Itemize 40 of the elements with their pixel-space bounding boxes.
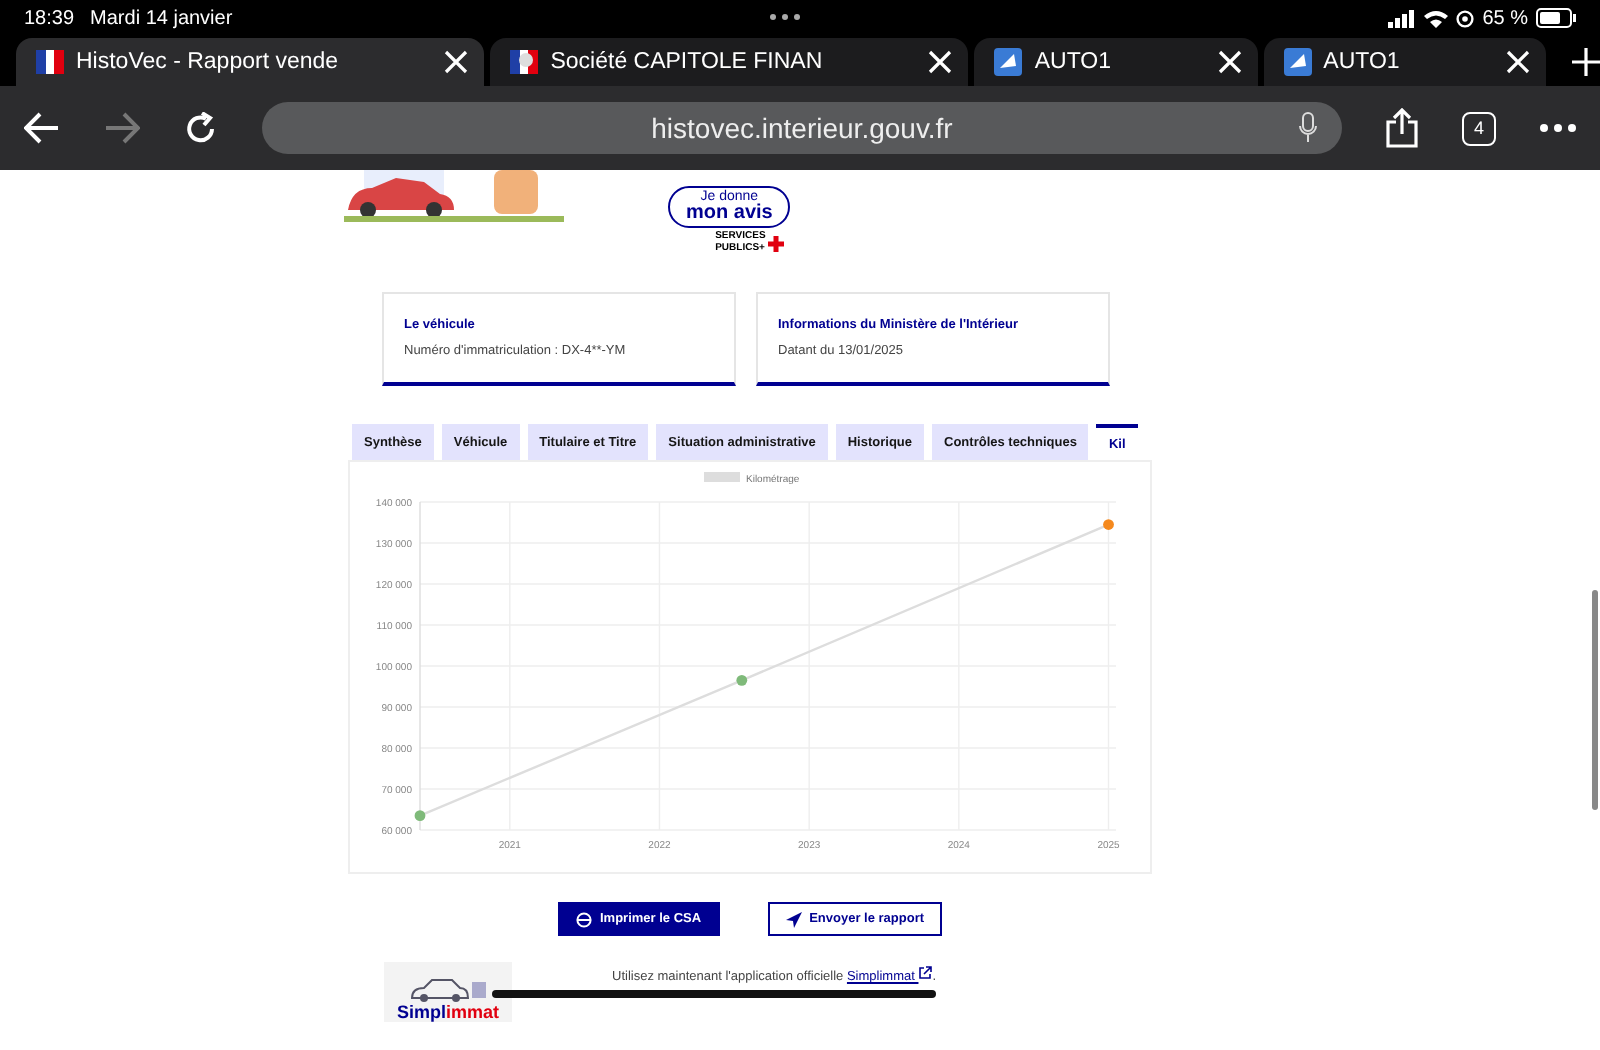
flag-icon [36,50,64,74]
browser-tab[interactable]: Société CAPITOLE FINAN [490,38,969,86]
wifi-icon [1424,9,1449,27]
data-point [736,674,748,686]
arrow-logo-icon [994,48,1023,76]
more-icon[interactable] [1540,124,1576,132]
location-icon [1456,9,1475,27]
data-point [414,810,426,822]
send-icon [785,911,802,927]
close-icon[interactable] [1506,50,1530,74]
status-date: Mardi 14 janvier [90,7,233,29]
signal-icon [1388,9,1417,27]
scrollbar[interactable] [1592,590,1598,810]
close-icon[interactable] [928,50,953,74]
browser-tab[interactable]: HistoVec - Rapport vende [16,38,485,86]
arrow-logo-icon [1283,48,1312,76]
forward-icon[interactable] [104,112,140,144]
close-icon[interactable] [444,50,469,74]
new-tab-icon[interactable] [1572,48,1600,76]
tab-count-button[interactable]: 4 [1462,111,1496,145]
close-icon[interactable] [1217,50,1242,74]
browser-tab[interactable]: AUTO1 [974,38,1258,86]
legend-swatch [704,472,740,482]
car-outline-icon [408,978,488,1002]
profile-logo-icon [510,50,539,74]
multitask-dots-icon[interactable] [770,14,800,20]
reload-icon[interactable] [184,111,218,145]
browser-tab[interactable]: AUTO1 [1263,38,1546,86]
app-logo: Simplimmat [384,962,512,1022]
back-icon[interactable] [24,112,60,144]
share-icon[interactable] [1386,108,1418,148]
print-icon [576,911,592,927]
data-point [1103,519,1114,530]
plus-logo-icon [767,235,784,251]
status-time: 18:39 [24,7,75,29]
battery-percent: 65 % [1482,7,1528,29]
external-link-icon [918,966,933,980]
address-bar[interactable]: histovec.interieur.gouv.fr [262,102,1342,154]
battery-icon [1536,8,1576,28]
microphone-icon[interactable] [1298,112,1318,144]
